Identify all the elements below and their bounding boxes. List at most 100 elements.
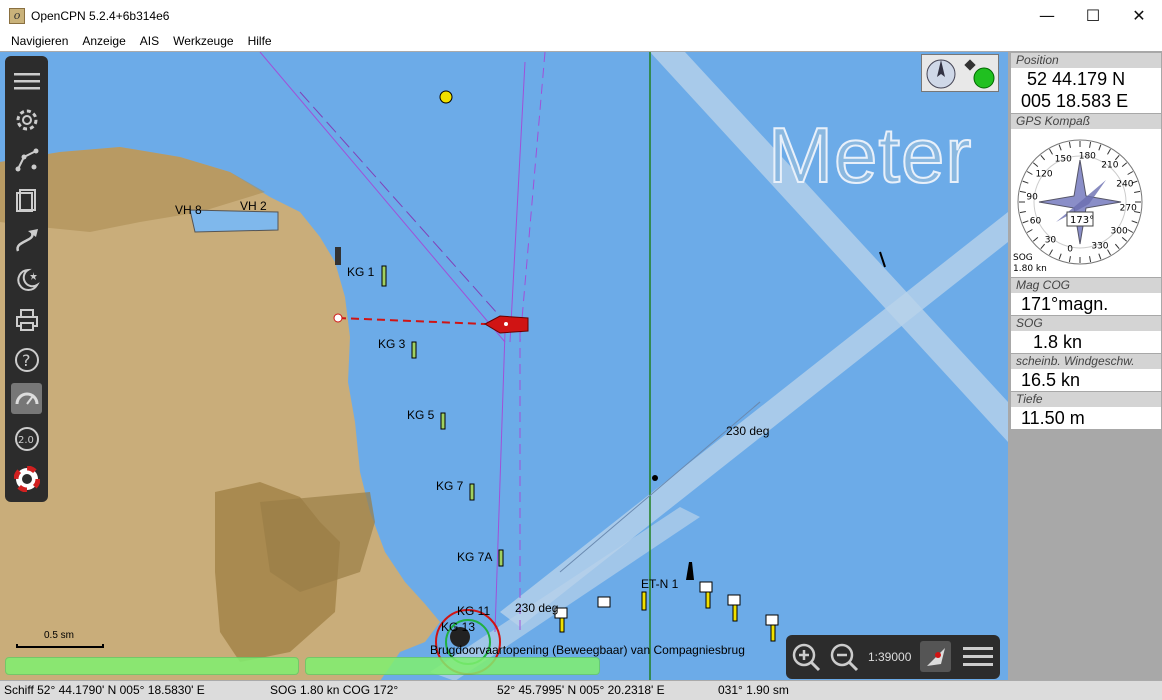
- route-icon[interactable]: [11, 144, 42, 175]
- status-ship-position: Schiff 52° 44.1790' N 005° 18.5830' E: [4, 683, 205, 697]
- yellow-buoy-top: [439, 90, 453, 104]
- beacon-kg1: [335, 247, 341, 265]
- chart-menu-icon[interactable]: [962, 641, 993, 672]
- track-icon[interactable]: [11, 224, 42, 255]
- title-bar: o OpenCPN 5.2.4+6b314e6 — ☐ ✕: [0, 0, 1162, 31]
- dashboard-mag-cog: Mag COG 171°magn.: [1011, 278, 1161, 315]
- help-icon[interactable]: ?: [11, 344, 42, 375]
- wind-value: 16.5 kn: [1021, 370, 1081, 390]
- label-kg1: KG 1: [347, 265, 375, 279]
- buoy-kg7a: [498, 549, 504, 567]
- scale-icon[interactable]: 2.0: [11, 423, 42, 454]
- label-kg3: KG 3: [378, 337, 406, 351]
- dashboard-depth: Tiefe 11.50 m: [1011, 392, 1161, 429]
- moon-star-icon[interactable]: [11, 264, 42, 295]
- window-title: OpenCPN 5.2.4+6b314e6: [31, 8, 170, 23]
- settings-icon[interactable]: [11, 104, 42, 135]
- compass-title: GPS Kompaß: [1011, 114, 1161, 129]
- print-icon[interactable]: [11, 304, 42, 335]
- position-lat: 52 44.179 N: [1027, 69, 1126, 89]
- dashboard-position: Position 52 44.179 N 005 18.583 E: [1011, 53, 1161, 113]
- label-vh8: VH 8: [175, 203, 202, 217]
- svg-text:?: ?: [22, 351, 31, 370]
- compass-ring-label: 150: [1055, 155, 1072, 165]
- follow-ship-icon[interactable]: [920, 641, 951, 672]
- menu-icon[interactable]: [11, 65, 42, 96]
- compass-sog-value: 1.80 kn: [1013, 264, 1047, 274]
- chart-compass-gps-widget[interactable]: [921, 54, 999, 92]
- dashboard-panel: Position 52 44.179 N 005 18.583 E GPS Ko…: [1008, 51, 1162, 680]
- menu-anzeige[interactable]: Anzeige: [71, 34, 132, 48]
- zoom-in-icon[interactable]: [790, 641, 821, 672]
- compass-ring-label: 0: [1067, 245, 1073, 255]
- minimize-button[interactable]: —: [1024, 0, 1070, 31]
- buoy-y7: [765, 614, 779, 626]
- buoy-y4: [705, 591, 711, 609]
- zoom-out-icon[interactable]: [828, 641, 859, 672]
- buoy-y2: [641, 591, 647, 611]
- compass-ring-label: 60: [1030, 216, 1042, 226]
- zoom-scale-readout: 1:39000: [868, 650, 912, 664]
- progress-bar-left: [5, 657, 299, 675]
- buoy-kg3: [411, 341, 417, 359]
- traffic-lane-2: [500, 212, 1008, 627]
- zoom-toolbar: 1:39000: [786, 635, 1000, 679]
- menu-navigieren[interactable]: Navigieren: [0, 34, 75, 48]
- buoy-y5: [727, 594, 741, 606]
- label-etn1: ET-N 1: [641, 577, 679, 591]
- close-button[interactable]: ✕: [1116, 0, 1162, 31]
- label-230deg-a: 230 deg: [726, 424, 770, 438]
- position-title: Position: [1011, 53, 1161, 68]
- dashboard-sog: SOG 1.8 kn: [1011, 316, 1161, 353]
- magcog-value: 171°magn.: [1021, 294, 1109, 314]
- document-icon[interactable]: [11, 184, 42, 215]
- harbor-pier: [189, 209, 279, 233]
- status-sog-cog: SOG 1.80 kn COG 172°: [270, 683, 399, 697]
- sog-value: 1.8 kn: [1033, 332, 1083, 352]
- channel-line-3: [519, 52, 546, 343]
- scale-bar: 0.5 sm: [16, 630, 106, 648]
- buoy-y6: [732, 604, 738, 622]
- scale-badge-text: 2.0: [18, 435, 34, 446]
- buoy-y3: [699, 581, 713, 593]
- dashboard-icon[interactable]: [11, 383, 42, 414]
- dashboard-gps-compass: GPS Kompaß 173° SOG 1.80 kn 180 150 120 90 6…: [1011, 114, 1161, 277]
- status-bar: Schiff 52° 44.1790' N 005° 18.5830' E SO…: [0, 680, 1162, 700]
- buoy-kg5: [440, 412, 446, 430]
- chart-canvas[interactable]: ? 2.0 Meter VH 8 VH 2 KG 1 KG 3 KG 5 KG …: [0, 51, 1008, 680]
- compass-sog-label: SOG: [1013, 253, 1033, 263]
- label-kg7: KG 7: [436, 479, 464, 493]
- compass-rose: 173° SOG 1.80 kn 1801501209060300 3303002…: [1013, 139, 1143, 274]
- overlay-meter-text: Meter: [767, 110, 973, 200]
- compass-ring-label: 330: [1091, 241, 1108, 251]
- compass-ring-label: 240: [1116, 180, 1133, 190]
- scale-bar-label: 0.5 sm: [44, 630, 75, 641]
- buoy-y8: [770, 624, 776, 642]
- maximize-button[interactable]: ☐: [1070, 0, 1116, 31]
- menu-werkzeuge[interactable]: Werkzeuge: [162, 34, 240, 48]
- label-230deg-b: 230 deg: [515, 601, 559, 615]
- magcog-title: Mag COG: [1011, 278, 1161, 293]
- compass-ring-label: 120: [1035, 170, 1052, 180]
- position-lon: 005 18.583 E: [1021, 91, 1129, 111]
- depth-value: 11.50 m: [1021, 408, 1085, 428]
- course-origin: [333, 313, 343, 323]
- dashboard-wind: scheinb. Windgeschw. 16.5 kn: [1011, 354, 1161, 391]
- label-bridge: Brugdoorvaartopening (Beweegbaar) van Co…: [430, 643, 745, 657]
- menu-hilfe[interactable]: Hilfe: [237, 34, 279, 48]
- compass-ring-label: 180: [1079, 151, 1096, 161]
- compass-ring-label: 90: [1026, 192, 1038, 202]
- channel-line-5: [494, 331, 506, 633]
- lifebuoy-icon[interactable]: [11, 463, 42, 494]
- wind-title: scheinb. Windgeschw.: [1011, 354, 1161, 369]
- menu-ais[interactable]: AIS: [129, 34, 166, 48]
- label-kg13: KG 13: [441, 620, 476, 634]
- main-toolbar: ? 2.0: [5, 56, 48, 502]
- compass-ring-label: 300: [1111, 226, 1128, 236]
- sog-title: SOG: [1011, 316, 1161, 331]
- buoy-kg1: [381, 265, 387, 287]
- label-kg5: KG 5: [407, 408, 435, 422]
- status-cursor-position: 52° 45.7995' N 005° 20.2318' E: [497, 683, 665, 697]
- course-line: [337, 317, 486, 325]
- status-bearing-distance: 031° 1.90 sm: [718, 683, 789, 697]
